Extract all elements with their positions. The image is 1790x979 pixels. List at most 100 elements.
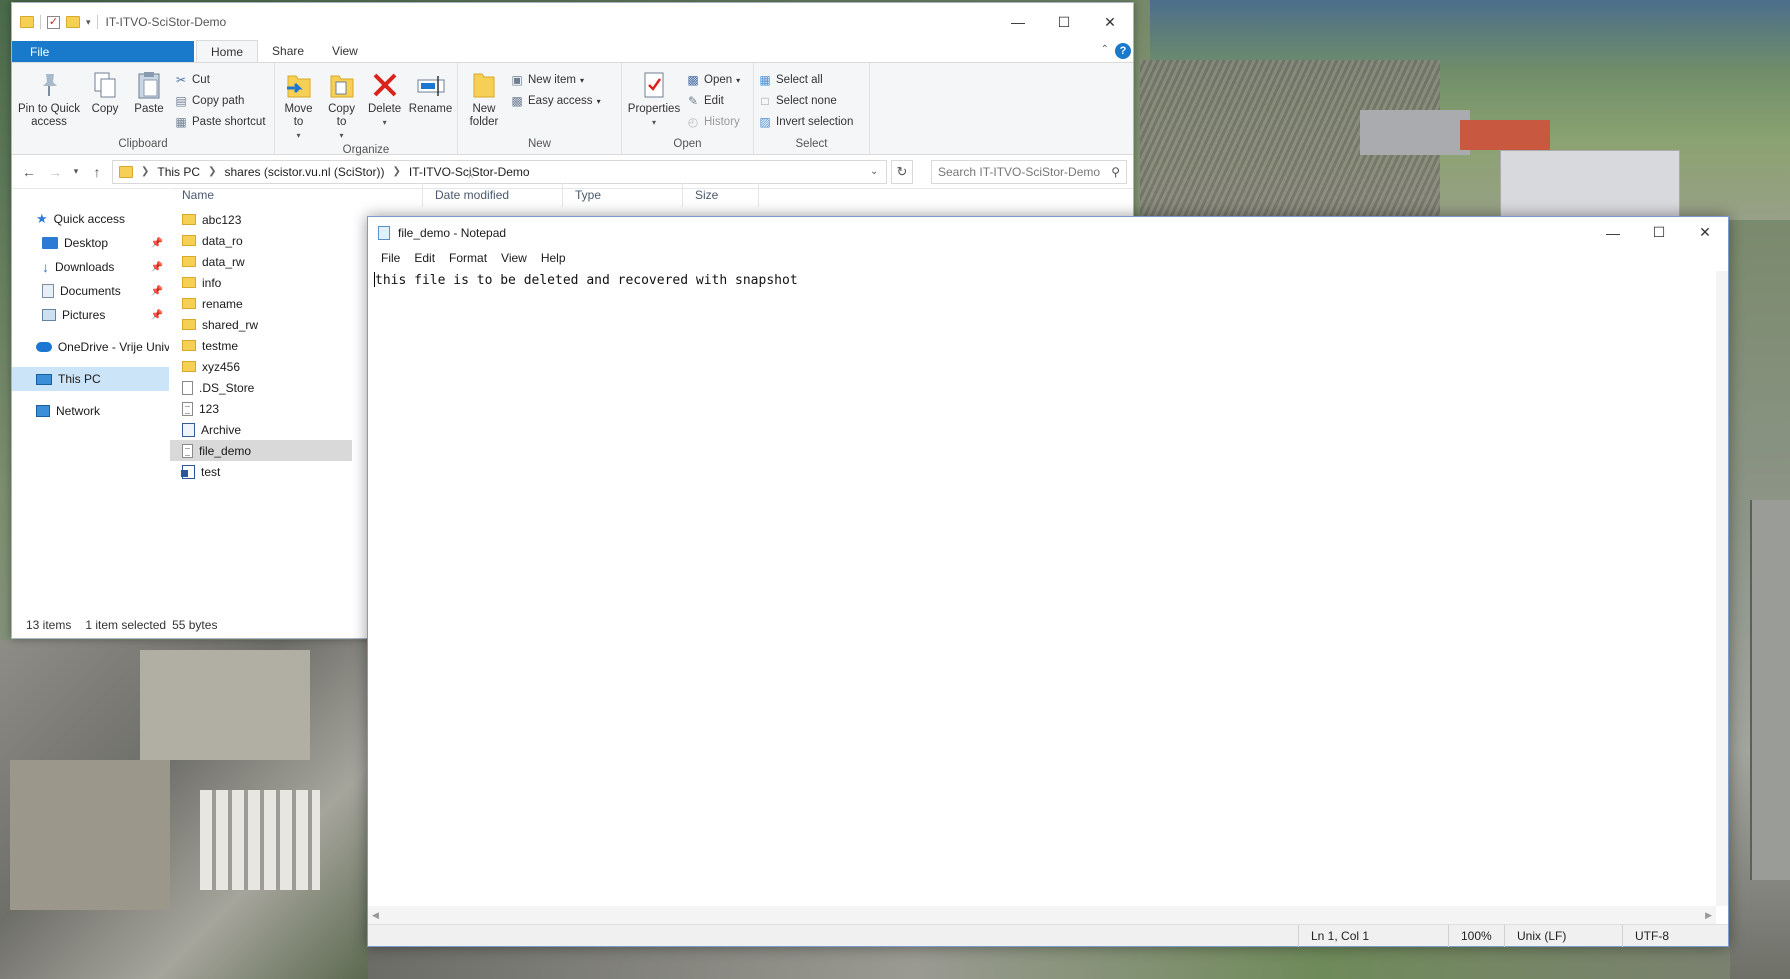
rename-label: Rename xyxy=(408,103,453,115)
menu-help[interactable]: Help xyxy=(534,251,573,265)
recent-locations-icon[interactable]: ▾ xyxy=(70,166,82,177)
copy-to-icon xyxy=(327,69,357,101)
cut-label: Cut xyxy=(192,74,210,86)
menu-file[interactable]: File xyxy=(374,251,407,265)
chevron-right-icon[interactable]: ❯ xyxy=(393,166,401,177)
nav-label: Network xyxy=(56,404,101,418)
file-row[interactable]: data_rw xyxy=(170,251,352,272)
refresh-icon[interactable]: ↻ xyxy=(891,159,913,184)
column-type[interactable]: Type xyxy=(563,183,683,207)
column-name[interactable]: Name xyxy=(170,183,423,207)
notepad-title-bar[interactable]: file_demo - Notepad — ☐ ✕ xyxy=(368,217,1728,248)
nav-onedrive[interactable]: OneDrive - Vrije Univ xyxy=(12,335,169,359)
rename-icon xyxy=(416,69,446,101)
paste-shortcut-icon: ▦ xyxy=(175,115,187,129)
new-folder-button[interactable]: New folder xyxy=(462,67,506,129)
file-row[interactable]: 123 xyxy=(170,398,352,419)
explorer-title-bar[interactable]: ✓ ▾ IT-ITVO-SciStor-Demo — ☐ ✕ xyxy=(12,3,1133,41)
paste-shortcut-button[interactable]: ▦ Paste shortcut xyxy=(174,113,265,131)
easy-access-icon: ▩ xyxy=(511,94,523,108)
copy-path-button[interactable]: ▤ Copy path xyxy=(174,92,266,110)
nav-network[interactable]: Network xyxy=(12,399,169,423)
search-icon: ⚲ xyxy=(1111,164,1120,179)
delete-button[interactable]: Delete ▾ xyxy=(365,67,404,129)
properties-icon[interactable]: ✓ xyxy=(47,15,60,29)
nav-pictures[interactable]: Pictures 📌 xyxy=(12,303,169,327)
maximize-button[interactable]: ☐ xyxy=(1636,217,1682,248)
nav-downloads[interactable]: ↓ Downloads 📌 xyxy=(12,255,169,279)
edit-button[interactable]: ✎ Edit xyxy=(686,92,740,110)
nav-this-pc[interactable]: This PC xyxy=(12,367,169,391)
chevron-right-icon[interactable]: ❯ xyxy=(208,166,216,177)
help-icon[interactable]: ? xyxy=(1115,43,1131,59)
column-date-modified[interactable]: Date modified xyxy=(423,183,563,207)
history-button[interactable]: ◴ History xyxy=(686,113,740,131)
invert-selection-button[interactable]: ▨ Invert selection xyxy=(758,113,853,131)
invert-selection-label: Invert selection xyxy=(776,116,854,128)
file-row[interactable]: shared_rw xyxy=(170,314,352,335)
tab-view[interactable]: View xyxy=(318,40,372,62)
new-folder-icon[interactable] xyxy=(66,16,80,28)
file-row[interactable]: abc123 xyxy=(170,209,352,230)
rename-button[interactable]: Rename xyxy=(408,67,453,116)
tab-home[interactable]: Home xyxy=(196,40,259,62)
maximize-button[interactable]: ☐ xyxy=(1041,3,1087,41)
column-headers: Name Date modified Type Size xyxy=(170,183,1133,207)
properties-button[interactable]: Properties ▾ xyxy=(626,67,682,129)
address-dropdown-icon[interactable]: ⌄ xyxy=(870,166,886,177)
file-row[interactable]: rename xyxy=(170,293,352,314)
vertical-scrollbar[interactable] xyxy=(1716,271,1728,906)
select-all-label: Select all xyxy=(776,74,823,86)
new-item-button[interactable]: ▣ New item ▾ xyxy=(510,71,601,89)
file-row[interactable]: Archive xyxy=(170,419,352,440)
scroll-right-icon[interactable]: ▶ xyxy=(1705,910,1712,921)
cut-button[interactable]: ✂ Cut xyxy=(174,71,266,89)
search-input[interactable]: Search IT-ITVO-SciStor-Demo ⚲ xyxy=(931,159,1127,184)
tab-file[interactable]: File xyxy=(12,41,194,62)
file-row[interactable]: info xyxy=(170,272,352,293)
up-arrow-icon[interactable]: ↑ xyxy=(86,164,108,180)
pin-icon: 📌 xyxy=(150,261,163,273)
column-size[interactable]: Size xyxy=(683,183,759,207)
minimize-button[interactable]: — xyxy=(995,3,1041,41)
menu-edit[interactable]: Edit xyxy=(407,251,442,265)
file-row[interactable]: test xyxy=(170,461,352,482)
forward-arrow-icon[interactable]: → xyxy=(44,164,66,180)
nav-quick-access[interactable]: ★ Quick access xyxy=(12,207,169,231)
back-arrow-icon[interactable]: ← xyxy=(18,164,40,180)
copy-path-label: Copy path xyxy=(192,95,245,107)
customize-toolbar-icon[interactable]: ▾ xyxy=(86,17,91,28)
archive-icon xyxy=(182,422,195,437)
file-row[interactable]: file_demo xyxy=(170,440,352,461)
tab-share[interactable]: Share xyxy=(258,40,318,62)
copy-to-button[interactable]: Copy to ▾ xyxy=(322,67,361,142)
breadcrumb-shares[interactable]: shares (scistor.vu.nl (SciStor)) xyxy=(224,165,384,179)
easy-access-button[interactable]: ▩ Easy access ▾ xyxy=(510,92,600,110)
ribbon: Pin to Quick access Copy Paste ✂ Cut ▤ C… xyxy=(12,63,1133,156)
nav-desktop[interactable]: Desktop 📌 xyxy=(12,231,169,255)
breadcrumb-this-pc[interactable]: This PC xyxy=(157,165,200,179)
nav-documents[interactable]: Documents 📌 xyxy=(12,279,169,303)
close-button[interactable]: ✕ xyxy=(1087,3,1133,41)
file-row[interactable]: .DS_Store xyxy=(170,377,352,398)
select-none-button[interactable]: □ Select none xyxy=(758,92,853,110)
text-editor[interactable]: this file is to be deleted and recovered… xyxy=(372,271,1716,906)
file-row[interactable]: xyz456 xyxy=(170,356,352,377)
open-button[interactable]: ▩ Open ▾ xyxy=(686,71,740,89)
file-row[interactable]: testme xyxy=(170,335,352,356)
move-to-button[interactable]: Move to ▾ xyxy=(279,67,318,142)
menu-view[interactable]: View xyxy=(494,251,534,265)
minimize-button[interactable]: — xyxy=(1590,217,1636,248)
horizontal-scrollbar[interactable]: ◀ ▶ xyxy=(368,906,1716,924)
close-button[interactable]: ✕ xyxy=(1682,217,1728,248)
pin-to-quick-access-button[interactable]: Pin to Quick access xyxy=(16,67,82,129)
scroll-left-icon[interactable]: ◀ xyxy=(372,910,379,921)
select-all-button[interactable]: ▦ Select all xyxy=(758,71,853,89)
file-row[interactable]: data_ro xyxy=(170,230,352,251)
collapse-ribbon-icon[interactable]: ⌃ xyxy=(1101,44,1109,55)
copy-button[interactable]: Copy xyxy=(86,67,124,116)
search-placeholder: Search IT-ITVO-SciStor-Demo xyxy=(938,164,1101,179)
paste-button[interactable]: Paste xyxy=(128,67,170,116)
address-bar[interactable]: ❯ This PC ❯ shares (scistor.vu.nl (SciSt… xyxy=(112,159,887,184)
menu-format[interactable]: Format xyxy=(442,251,494,265)
